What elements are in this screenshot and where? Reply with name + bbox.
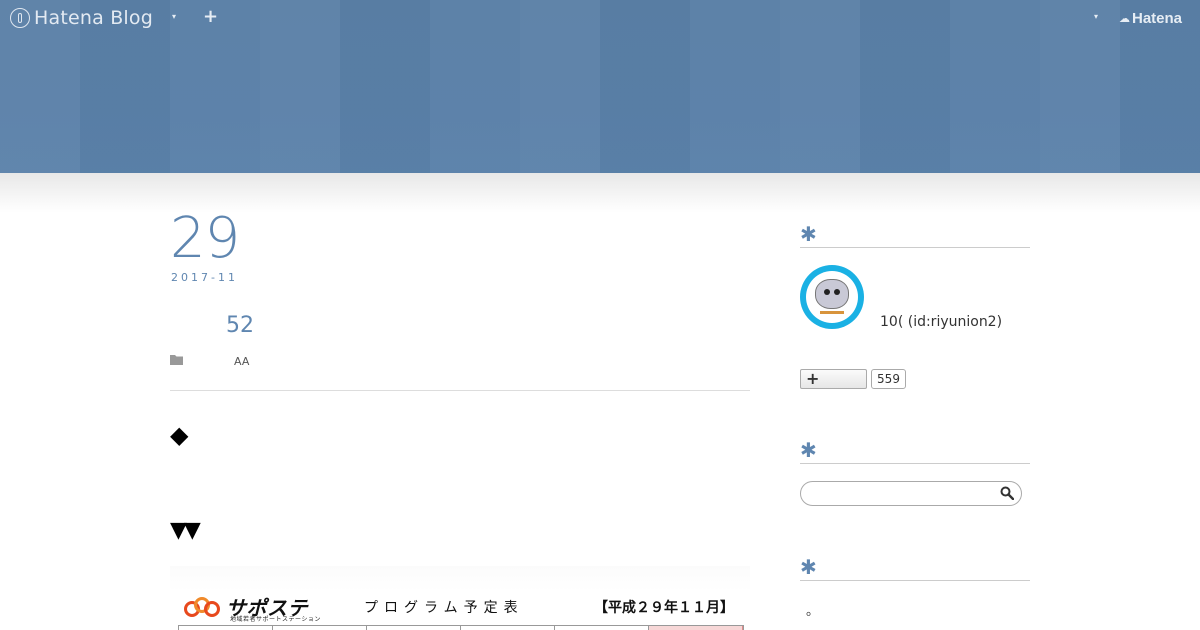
entry-category-link[interactable]: AA (234, 355, 249, 368)
sidebar-section-search-header: ✱ (800, 438, 1030, 464)
sidebar-section-about-header: ✱ (800, 555, 1030, 581)
hatena-blog-logo-text: Hatena Blog (34, 7, 153, 29)
profile-id-link[interactable]: 10( (id:riyunion2) (880, 314, 1002, 330)
section-asterisk-icon: ✱ (800, 555, 817, 579)
saposute-logo-icon (184, 596, 222, 618)
entry-date-day[interactable]: 29 (170, 208, 240, 270)
saposute-logo-subtext: 地域若者サポートステーション (230, 616, 321, 623)
schedule-month: 【平成２９年１１月】 (594, 600, 734, 616)
section-asterisk-icon: ✱ (800, 438, 817, 462)
avatar[interactable] (800, 265, 864, 329)
search-box[interactable] (800, 481, 1022, 506)
entry-title[interactable]: 52 (226, 313, 254, 338)
hatena-blog-logo-icon (10, 8, 30, 28)
schedule-title: プログラム予定表 (364, 600, 524, 616)
sidebar-section-profile-header: ✱ (800, 222, 1030, 248)
entry-divider (170, 390, 750, 391)
entry-heading-diamond: ◆ (170, 421, 189, 449)
hatena-global-bar: Hatena Blog ▾ + ▾ ☁ Hatena (0, 0, 1200, 36)
program-schedule-image[interactable]: サポステ 地域若者サポートステーション プログラム予定表 【平成２９年１１月】 (170, 566, 750, 630)
add-plus-icon[interactable]: + (203, 6, 218, 27)
folder-icon (170, 355, 183, 365)
entry-heading-triangles: ▼▼ (170, 518, 201, 543)
hatena-logo-icon: ☁ (1119, 12, 1130, 25)
section-asterisk-icon: ✱ (800, 222, 817, 246)
sidebar-about-text: 。 (806, 604, 820, 619)
blog-menu-chevron-down-icon[interactable]: ▾ (172, 12, 176, 21)
hatena-logo-text: Hatena (1132, 10, 1183, 27)
subscribe-reader-button[interactable]: + (800, 369, 867, 389)
plus-icon: + (806, 369, 820, 388)
reader-count-badge: 559 (871, 369, 906, 389)
hatena-logo-link[interactable]: ☁ Hatena (1119, 10, 1182, 27)
entry-date-year-month[interactable]: 2017-11 (171, 271, 238, 284)
hatena-blog-logo-link[interactable]: Hatena Blog (10, 7, 153, 29)
account-chevron-down-icon[interactable]: ▾ (1094, 12, 1098, 21)
search-icon[interactable] (1000, 486, 1014, 500)
search-input[interactable] (811, 485, 991, 503)
schedule-table (178, 625, 744, 630)
